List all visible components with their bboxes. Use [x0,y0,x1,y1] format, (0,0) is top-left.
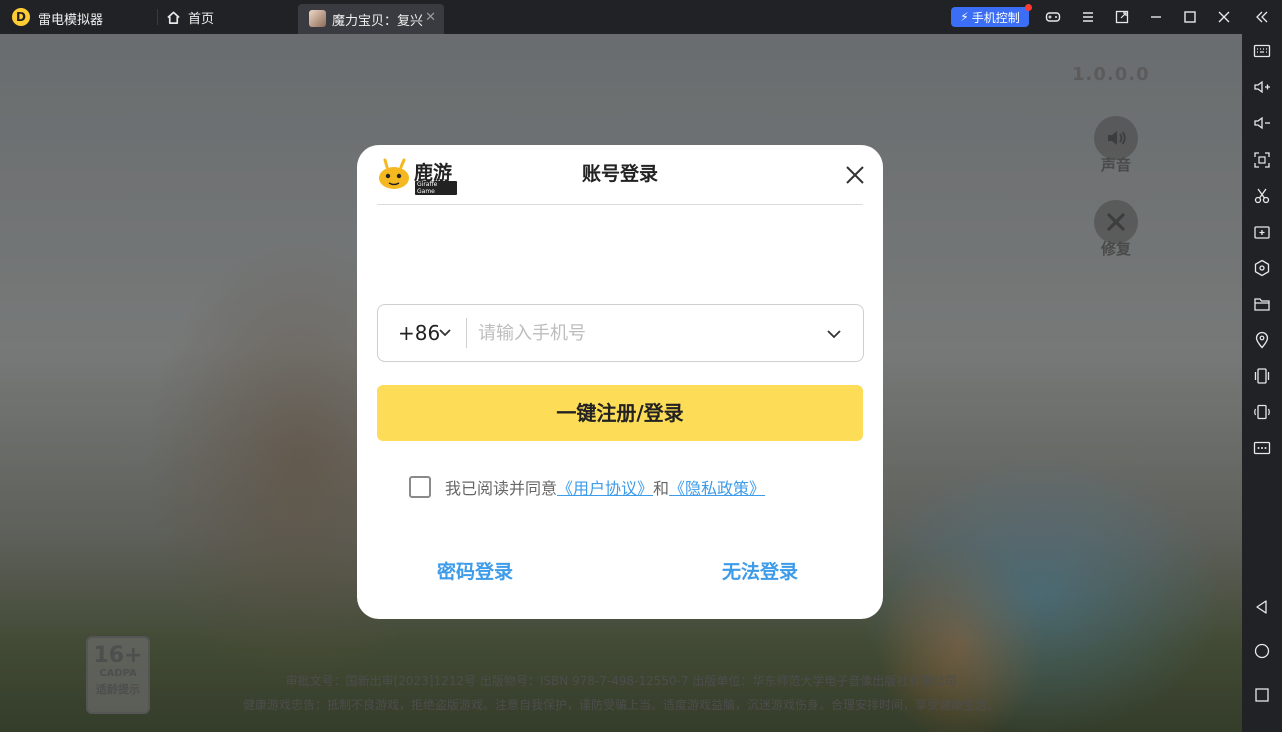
dialog-close-icon[interactable] [844,164,866,186]
volume-down-icon[interactable] [1253,114,1271,132]
maximize-icon[interactable] [1182,9,1198,25]
phone-control-button[interactable]: ⚡ 手机控制 [951,4,1032,27]
user-agreement-link[interactable]: 《用户协议》 [557,475,653,499]
location-icon[interactable] [1253,331,1271,349]
tab-game[interactable]: 魔力宝贝：复兴 ✕ [298,4,444,34]
scissors-icon[interactable] [1253,187,1271,205]
agree-prefix: 我已阅读并同意 [445,479,558,498]
settings-icon[interactable] [1253,259,1271,277]
chevron-down-icon[interactable] [437,325,453,341]
fullscreen-icon[interactable] [1253,151,1271,169]
volume-up-icon[interactable] [1253,78,1271,96]
one-click-login-button[interactable]: 一键注册/登录 [377,385,863,441]
agreement-row: 我已阅读并同意 《用户协议》 和 《隐私政策》 [409,473,765,501]
tab-game-label: 魔力宝贝：复兴 [332,14,424,29]
phone-control-label: 手机控制 [971,10,1020,25]
bolt-icon: ⚡ [960,10,969,24]
history-dropdown-icon[interactable] [825,325,843,343]
phone-number-input[interactable] [478,317,808,349]
notification-dot [1025,4,1032,11]
back-icon[interactable] [1253,598,1271,616]
app-logo-icon: D [12,8,30,26]
health-notice: 健康游戏忠告：抵制不良游戏，拒绝盗版游戏。注意自我保护，谨防受骗上当。适度游戏益… [242,698,999,712]
input-divider [466,318,467,348]
agree-and: 和 [653,479,670,498]
login-dialog: 鹿游 Giraffe Game 账号登录 +86 一键注册/登录 我已阅读并同意… [357,145,883,619]
tab-close-icon[interactable]: ✕ [425,10,436,25]
repair-label: 修复 [1100,240,1131,258]
title-divider [377,204,863,205]
game-thumbnail [309,10,326,27]
divider [157,9,158,25]
tab-home-label: 首页 [188,11,215,27]
agree-checkbox[interactable] [409,476,431,498]
privacy-policy-link[interactable]: 《隐私政策》 [669,475,765,499]
more-icon[interactable] [1253,439,1271,457]
age-rating: 16+ [93,643,143,668]
phone-input-group: +86 [377,304,864,362]
rotate-icon[interactable] [1253,403,1271,421]
dialog-title: 账号登录 [581,163,658,185]
tab-home[interactable]: 首页 [162,0,214,34]
password-login-link[interactable]: 密码登录 [437,557,513,584]
gamepad-icon[interactable] [1045,9,1061,25]
title-bar: D 雷电模拟器 首页 魔力宝贝：复兴 ✕ ⚡ 手机控制 [0,0,1282,34]
home-circle-icon[interactable] [1253,642,1271,660]
keyboard-icon[interactable] [1253,42,1271,60]
close-icon[interactable] [1216,9,1232,25]
add-app-icon[interactable] [1253,223,1271,241]
country-code-select[interactable]: +86 [398,321,440,345]
sound-button[interactable]: 声音 [1091,116,1141,175]
minimize-icon[interactable] [1148,9,1164,25]
recent-apps-icon[interactable] [1253,686,1271,704]
folder-icon[interactable] [1253,295,1271,313]
version-label: 1.0.0.0 [1072,64,1150,85]
cannot-login-link[interactable]: 无法登录 [722,557,798,584]
collapse-sidebar-icon[interactable] [1254,9,1270,25]
shake-icon[interactable] [1253,367,1271,385]
app-name: 雷电模拟器 [38,13,104,28]
home-icon [167,11,180,24]
repair-button[interactable]: 修复 [1091,200,1141,259]
right-toolbar [1242,34,1282,732]
window-mode-icon[interactable] [1114,9,1130,25]
sound-label: 声音 [1100,156,1131,174]
publication-notice: 审批文号：国新出审[2023]1212号 出版物号：ISBN 978-7-498… [285,674,957,688]
menu-icon[interactable] [1080,9,1096,25]
